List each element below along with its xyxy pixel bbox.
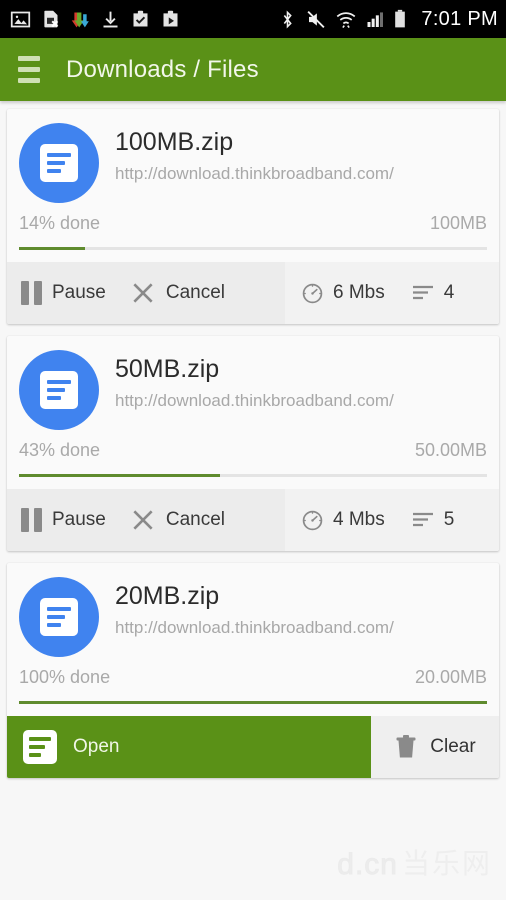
download-metrics: 4 Mbs 5 (285, 489, 499, 551)
document-glyph-icon (23, 730, 57, 764)
clipboard-check-icon (133, 10, 148, 26)
download-header: 100MB.zip http://download.thinkbroadband… (7, 109, 499, 203)
close-icon (133, 283, 153, 303)
pause-button-label: Pause (52, 509, 106, 530)
open-button-label: Open (73, 736, 120, 757)
watermark: d.cn 当乐网 (337, 842, 492, 882)
pause-icon (21, 508, 42, 532)
volume-muted-icon (307, 10, 325, 28)
download-header: 20MB.zip http://download.thinkbroadband.… (7, 563, 499, 657)
battery-icon (395, 9, 406, 27)
status-bar-left-icons (10, 9, 181, 30)
watermark-latin: d.cn (337, 848, 398, 882)
file-size: 100MB (429, 213, 487, 233)
app-bar: Downloads / Files (0, 38, 506, 101)
downloads-list: 100MB.zip http://download.thinkbroadband… (0, 101, 506, 778)
file-info: 20MB.zip http://download.thinkbroadband.… (99, 577, 487, 657)
download-speed: 6 Mbs (333, 282, 385, 303)
download-stats-row: 14% done 100MB (7, 203, 499, 234)
file-url: http://download.thinkbroadband.com/ (115, 618, 394, 638)
progress-bar (19, 247, 487, 250)
pause-button[interactable]: Pause (21, 262, 130, 324)
thread-count: 4 (443, 282, 455, 303)
wifi-icon (337, 11, 356, 28)
thread-count: 5 (443, 509, 455, 530)
speed-stat: 4 Mbs (301, 509, 411, 532)
threads-stat: 5 (411, 509, 481, 531)
status-bar: 7:01 PM (0, 0, 506, 38)
sim-card-error-icon (44, 10, 59, 27)
progress-label: 100% done (19, 667, 111, 687)
cellular-signal-icon (367, 11, 384, 27)
pause-icon (21, 281, 42, 305)
cancel-button[interactable]: Cancel (130, 262, 249, 324)
progress-label: 43% done (19, 440, 101, 460)
progress-bar (19, 701, 487, 704)
file-info: 50MB.zip http://download.thinkbroadband.… (99, 350, 487, 430)
open-button[interactable]: Open (7, 716, 371, 778)
clipboard-play-icon (163, 10, 178, 26)
file-type-icon (19, 577, 99, 657)
status-bar-clock: 7:01 PM (421, 7, 498, 30)
download-manager-icon (71, 12, 89, 27)
threads-lines-icon (412, 512, 433, 527)
download-stats-row: 100% done 20.00MB (7, 657, 499, 688)
file-name: 100MB.zip (115, 129, 234, 156)
trash-icon (396, 735, 416, 758)
page-title: Downloads / Files (66, 55, 259, 83)
cancel-button-label: Cancel (165, 509, 226, 530)
file-size: 20.00MB (414, 667, 487, 687)
file-url: http://download.thinkbroadband.com/ (115, 164, 394, 184)
status-bar-right-icons: 7:01 PM (278, 8, 498, 31)
document-glyph-icon (40, 144, 78, 182)
file-info: 100MB.zip http://download.thinkbroadband… (99, 123, 487, 203)
download-card[interactable]: 50MB.zip http://download.thinkbroadband.… (7, 336, 499, 551)
download-actions: Open Clear (7, 716, 499, 778)
document-glyph-icon (40, 371, 78, 409)
download-stats-row: 43% done 50.00MB (7, 430, 499, 461)
speedometer-icon (302, 283, 323, 303)
bluetooth-icon (284, 9, 293, 29)
progress-bar-fill (19, 474, 221, 477)
document-glyph-icon (40, 598, 78, 636)
pause-button-label: Pause (52, 282, 106, 303)
download-card[interactable]: 20MB.zip http://download.thinkbroadband.… (7, 563, 499, 778)
progress-label: 14% done (19, 213, 101, 233)
file-url: http://download.thinkbroadband.com/ (115, 391, 394, 411)
watermark-chinese: 当乐网 (401, 848, 492, 879)
file-type-icon (19, 350, 99, 430)
image-icon (10, 11, 31, 27)
progress-bar-fill (19, 247, 85, 250)
clear-button-label: Clear (430, 736, 476, 757)
hamburger-icon[interactable] (14, 52, 44, 87)
file-size: 50.00MB (414, 440, 487, 460)
download-arrow-icon (103, 11, 118, 27)
download-header: 50MB.zip http://download.thinkbroadband.… (7, 336, 499, 430)
progress-bar-fill (19, 701, 487, 704)
cancel-button[interactable]: Cancel (130, 489, 249, 551)
file-name: 20MB.zip (115, 583, 220, 610)
download-card[interactable]: 100MB.zip http://download.thinkbroadband… (7, 109, 499, 324)
download-actions: Pause Cancel 4 Mbs 5 (7, 489, 499, 551)
close-icon (133, 510, 153, 530)
download-speed: 4 Mbs (333, 509, 385, 530)
control-buttons: Pause Cancel (7, 489, 285, 551)
control-buttons: Pause Cancel (7, 262, 285, 324)
progress-bar (19, 474, 487, 477)
cancel-button-label: Cancel (165, 282, 226, 303)
pause-button[interactable]: Pause (21, 489, 130, 551)
speed-stat: 6 Mbs (301, 282, 411, 305)
file-name: 50MB.zip (115, 356, 220, 383)
download-metrics: 6 Mbs 4 (285, 262, 499, 324)
threads-stat: 4 (411, 282, 481, 304)
file-type-icon (19, 123, 99, 203)
speedometer-icon (302, 510, 323, 530)
clear-button[interactable]: Clear (371, 716, 499, 778)
threads-lines-icon (412, 285, 433, 300)
download-actions: Pause Cancel 6 Mbs 4 (7, 262, 499, 324)
